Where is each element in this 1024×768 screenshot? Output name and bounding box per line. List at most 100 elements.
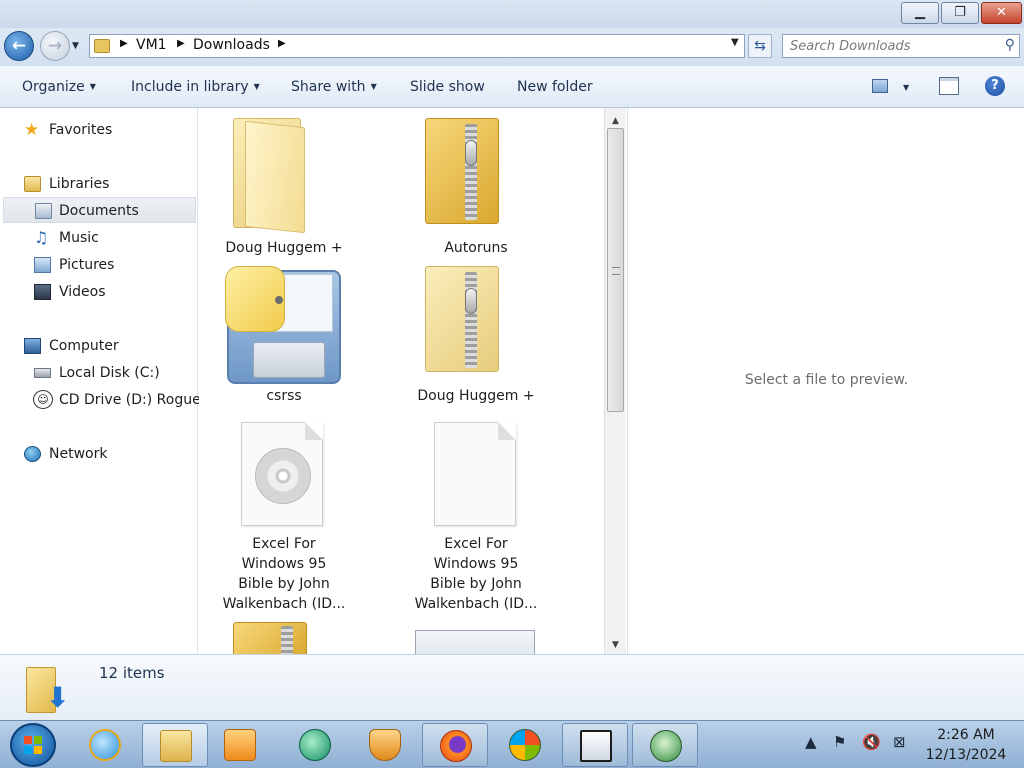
sidebar-item-label: Pictures bbox=[59, 257, 115, 273]
search-box[interactable]: ⚲ bbox=[782, 34, 1020, 58]
libraries-icon bbox=[24, 176, 41, 192]
file-item-zip-folder[interactable]: Doug Huggem + bbox=[391, 264, 561, 412]
share-with-menu[interactable]: Share with ▼ bbox=[291, 79, 377, 95]
action-center-icon[interactable]: ⚑ bbox=[833, 733, 846, 751]
sidebar-item-label: Libraries bbox=[49, 176, 110, 192]
include-in-library-label: Include in library bbox=[131, 79, 249, 95]
sidebar-item-music[interactable]: ♫ Music bbox=[32, 225, 192, 251]
navigation-pane: ★ Favorites Libraries Documents ♫ Music … bbox=[0, 108, 201, 654]
file-item-zip-folder[interactable]: Autoruns bbox=[391, 116, 561, 264]
zip-folder-icon[interactable] bbox=[233, 622, 309, 654]
sidebar-item-network[interactable]: Network bbox=[22, 441, 192, 467]
internet-explorer-icon bbox=[89, 729, 121, 761]
breadcrumb-separator-icon[interactable]: ▶ bbox=[177, 38, 185, 49]
view-options-dropdown[interactable]: ▼ bbox=[903, 83, 909, 92]
sidebar-item-pictures[interactable]: Pictures bbox=[32, 252, 192, 278]
file-name-line: Windows 95 bbox=[433, 556, 519, 572]
sidebar-item-local-disk[interactable]: Local Disk (C:) bbox=[32, 360, 192, 386]
taskbar-installer[interactable] bbox=[632, 723, 698, 767]
file-item-folder[interactable]: Doug Huggem + bbox=[199, 116, 369, 264]
firefox-icon bbox=[440, 730, 472, 762]
volume-muted-icon[interactable]: 🔇 bbox=[862, 733, 881, 751]
dropdown-caret-icon: ▼ bbox=[89, 82, 96, 91]
network-disconnected-icon[interactable]: ⊠ bbox=[893, 733, 906, 751]
window-list-icon bbox=[580, 730, 612, 762]
file-name-line: Excel For bbox=[252, 536, 316, 552]
search-icon[interactable]: ⚲ bbox=[1005, 37, 1015, 53]
taskbar-windows-explorer[interactable] bbox=[142, 723, 208, 767]
minimize-button[interactable]: ▁ bbox=[901, 2, 939, 24]
sidebar-item-videos[interactable]: Videos bbox=[32, 279, 192, 305]
grip-icon bbox=[612, 267, 620, 275]
taskbar-chat-app[interactable] bbox=[282, 723, 348, 767]
close-button[interactable]: ✕ bbox=[981, 2, 1022, 24]
back-button[interactable]: ← bbox=[4, 31, 34, 61]
cd-drive-icon: ☺ bbox=[33, 390, 53, 409]
taskbar-internet-explorer[interactable] bbox=[72, 723, 138, 767]
preview-pane: Select a file to preview. bbox=[627, 108, 1024, 654]
taskbar-firefox[interactable] bbox=[422, 723, 488, 767]
change-view-icon[interactable] bbox=[872, 79, 888, 93]
videos-icon bbox=[34, 284, 51, 300]
file-item-blank-file[interactable]: Excel For Windows 95 Bible by John Walke… bbox=[391, 420, 561, 620]
zip-folder-icon bbox=[425, 118, 525, 230]
new-folder-button[interactable]: New folder bbox=[517, 79, 593, 95]
folder-icon bbox=[94, 39, 110, 53]
preview-pane-toggle-icon[interactable] bbox=[939, 77, 959, 95]
sidebar-item-documents[interactable]: Documents bbox=[3, 197, 196, 223]
clock-date: 12/13/2024 bbox=[925, 747, 1007, 763]
recent-pages-dropdown[interactable]: ▼ bbox=[72, 41, 79, 51]
sidebar-item-favorites[interactable]: ★ Favorites bbox=[22, 117, 192, 143]
dropdown-caret-icon: ▼ bbox=[370, 82, 377, 91]
taskbar-media-player[interactable] bbox=[207, 723, 273, 767]
file-name-line: Bible by John bbox=[430, 576, 522, 592]
breadcrumb-separator-icon[interactable]: ▶ bbox=[120, 38, 128, 49]
show-hidden-icons-icon[interactable]: ▲ bbox=[805, 733, 817, 751]
windows-explorer-icon bbox=[160, 730, 192, 762]
breadcrumb-separator-icon[interactable]: ▶ bbox=[278, 38, 286, 49]
file-name: Autoruns bbox=[444, 240, 508, 256]
sidebar-item-label: Local Disk (C:) bbox=[59, 365, 160, 381]
python-file-icon bbox=[223, 266, 345, 384]
file-name: csrss bbox=[266, 388, 302, 404]
organize-menu[interactable]: Organize ▼ bbox=[22, 79, 96, 95]
refresh-button[interactable]: ⇆ bbox=[748, 34, 772, 58]
slide-show-button[interactable]: Slide show bbox=[410, 79, 485, 95]
include-in-library-menu[interactable]: Include in library ▼ bbox=[131, 79, 260, 95]
disc-image-icon bbox=[241, 422, 325, 528]
file-name: Doug Huggem + bbox=[225, 240, 343, 256]
sidebar-item-cd-drive[interactable]: ☺ CD Drive (D:) Rogue bbox=[32, 387, 201, 413]
file-list-scrollbar[interactable]: ▲ ▼ bbox=[604, 108, 626, 654]
file-item-disc-image[interactable]: Excel For Windows 95 Bible by John Walke… bbox=[199, 420, 369, 620]
search-input[interactable] bbox=[790, 36, 990, 56]
taskbar-security-shield[interactable] bbox=[352, 723, 418, 767]
scroll-thumb[interactable] bbox=[607, 128, 624, 412]
start-button[interactable] bbox=[10, 723, 56, 767]
minimize-icon: ▁ bbox=[915, 5, 925, 20]
breadcrumb-vm1[interactable]: VM1 bbox=[136, 37, 167, 53]
share-with-label: Share with bbox=[291, 79, 366, 95]
command-bar: Organize ▼ Include in library ▼ Share with… bbox=[0, 66, 1024, 108]
refresh-icon: ⇆ bbox=[754, 38, 766, 54]
taskbar-window-switcher[interactable] bbox=[562, 723, 628, 767]
help-icon[interactable]: ? bbox=[985, 76, 1005, 96]
window-screenshot-file-icon[interactable] bbox=[415, 630, 535, 654]
details-pane: ⬇ 12 items bbox=[0, 654, 1024, 720]
sidebar-item-label: Music bbox=[59, 230, 99, 246]
address-bar[interactable]: ▶ VM1 ▶ Downloads ▶ bbox=[89, 34, 745, 58]
forward-button[interactable]: → bbox=[40, 31, 70, 61]
taskbar-windows-update[interactable] bbox=[492, 723, 558, 767]
file-name-line: Bible by John bbox=[238, 576, 330, 592]
sidebar-item-computer[interactable]: Computer bbox=[22, 333, 192, 359]
file-name-line: Excel For bbox=[444, 536, 508, 552]
breadcrumb-downloads[interactable]: Downloads bbox=[193, 37, 270, 53]
system-clock[interactable]: 2:26 AM 12/13/2024 bbox=[922, 725, 1010, 765]
windows-orb-icon bbox=[509, 729, 541, 761]
maximize-button[interactable]: ❐ bbox=[941, 2, 979, 24]
address-history-dropdown[interactable]: ▼ bbox=[731, 37, 739, 48]
file-item-python-file[interactable]: csrss bbox=[199, 264, 369, 412]
windows-logo-icon bbox=[24, 736, 42, 754]
sidebar-item-libraries[interactable]: Libraries bbox=[22, 171, 192, 197]
sidebar-item-label: Documents bbox=[59, 203, 139, 219]
scroll-down-icon[interactable]: ▼ bbox=[605, 636, 626, 654]
